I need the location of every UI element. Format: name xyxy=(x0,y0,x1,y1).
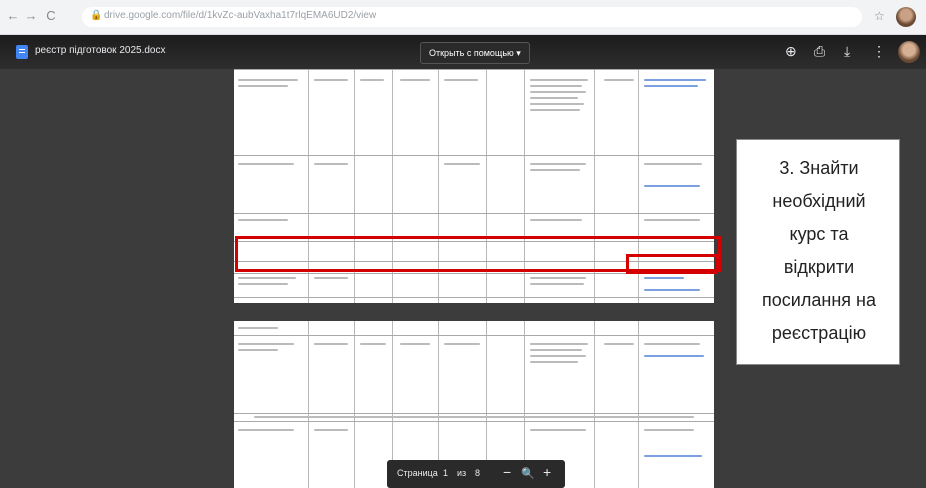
account-avatar[interactable] xyxy=(898,41,920,63)
profile-avatar[interactable] xyxy=(896,7,916,27)
callout-line: посилання на xyxy=(762,290,876,310)
callout-line: 3. Знайти xyxy=(779,158,859,178)
lock-icon: 🔒 xyxy=(90,10,103,21)
viewer-toolbar: реєстр підготовок 2025.docx Открыть с по… xyxy=(0,35,926,69)
zoom-icon: 🔍 xyxy=(521,468,535,480)
callout-line: реєстрацію xyxy=(771,323,867,343)
url-text[interactable]: drive.google.com/file/d/1kvZc-aubVaxha1t… xyxy=(104,10,376,21)
browser-chrome: ← → C 🔒 drive.google.com/file/d/1kvZc-au… xyxy=(0,0,926,35)
address-bar[interactable]: 🔒 drive.google.com/file/d/1kvZc-aubVaxha… xyxy=(82,7,862,27)
open-with-button[interactable]: Открыть с помощью ▾ xyxy=(420,42,530,64)
page-total: 8 xyxy=(475,468,481,478)
page-navigator: Страница 1 из 8 − 🔍 + xyxy=(387,460,565,488)
page-label: Страница xyxy=(397,468,438,478)
callout-line: відкрити xyxy=(783,257,855,277)
more-options-icon[interactable]: ⋮ xyxy=(872,43,886,60)
add-shortcut-icon[interactable]: ⊕ xyxy=(785,43,797,60)
back-button[interactable]: ← xyxy=(6,9,20,23)
callout-line: необхідний xyxy=(772,191,866,211)
file-name: реєстр підготовок 2025.docx xyxy=(35,45,166,56)
zoom-out-button[interactable]: − xyxy=(503,464,511,480)
forward-button[interactable]: → xyxy=(24,9,38,23)
instruction-callout: 3. Знайти необхідний курс та відкрити по… xyxy=(736,139,900,365)
callout-line: курс та xyxy=(789,224,849,244)
download-icon[interactable]: ⤓ xyxy=(844,43,850,60)
print-icon[interactable]: ⎙ xyxy=(814,43,825,60)
page-separator: из xyxy=(457,468,467,478)
zoom-in-button[interactable]: + xyxy=(543,464,551,480)
docx-file-icon xyxy=(16,45,28,59)
page-current[interactable]: 1 xyxy=(443,468,448,478)
bookmark-star-icon[interactable]: ☆ xyxy=(874,9,885,23)
highlighted-registration-link xyxy=(626,254,718,274)
reload-button[interactable]: C xyxy=(44,9,58,23)
